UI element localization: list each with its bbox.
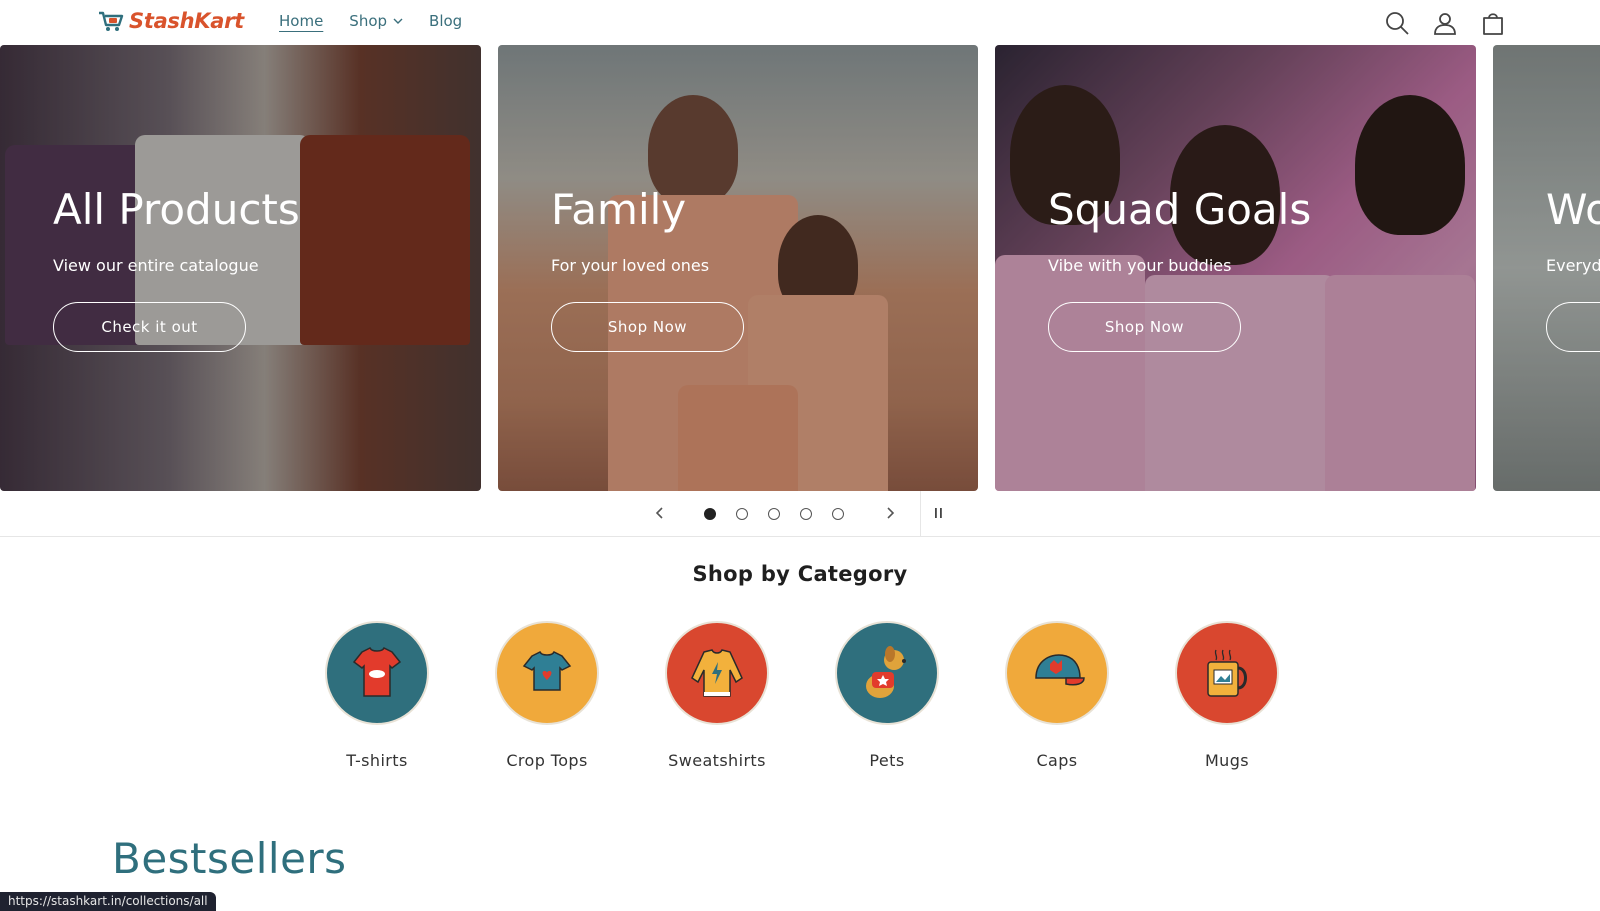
- slider-dot[interactable]: [800, 508, 812, 520]
- slider-dot[interactable]: [704, 508, 716, 520]
- nav-shop[interactable]: Shop: [349, 12, 403, 30]
- slide-title: All Products: [53, 185, 300, 234]
- divider: [920, 491, 921, 537]
- logo-text: StashKart: [129, 9, 244, 33]
- slide-subtitle: For your loved ones: [551, 256, 710, 275]
- category-label: Mugs: [1204, 751, 1250, 770]
- category-circle: [1005, 621, 1109, 725]
- category-label: Pets: [869, 751, 905, 770]
- category-circle: [495, 621, 599, 725]
- slide-title: Wo: [1546, 185, 1600, 234]
- slide-title: Squad Goals: [1048, 185, 1312, 234]
- category-list: T-shirts Crop Tops Sweatshirts Pets Caps…: [325, 621, 1279, 770]
- cart-logo-icon: [99, 11, 124, 31]
- hero-slider: All Products View our entire catalogue C…: [0, 45, 1600, 491]
- category-label: Sweatshirts: [668, 751, 766, 770]
- crop-top-icon: [522, 650, 572, 691]
- shop-now-button[interactable]: Shop Now: [1048, 302, 1241, 352]
- cap-icon: [1035, 654, 1085, 686]
- category-circle: [1175, 621, 1279, 725]
- account-icon[interactable]: [1432, 10, 1458, 36]
- slide-family[interactable]: Family For your loved ones Shop Now: [498, 45, 978, 491]
- category-crop-tops[interactable]: Crop Tops: [495, 621, 599, 770]
- slide-subtitle: View our entire catalogue: [53, 256, 259, 275]
- status-bar-url: https://stashkart.in/collections/all: [0, 892, 216, 911]
- slide-partial[interactable]: Wo Everyd: [1493, 45, 1600, 491]
- nav-home[interactable]: Home: [279, 12, 323, 30]
- check-it-out-button[interactable]: Check it out: [53, 302, 246, 352]
- category-label: T-shirts: [346, 751, 408, 770]
- nav-shop-label: Shop: [349, 12, 388, 30]
- pause-icon[interactable]: [930, 503, 948, 523]
- slide-subtitle: Everyd: [1546, 256, 1600, 275]
- mug-icon: [1207, 649, 1247, 697]
- dog-icon: [866, 646, 906, 698]
- category-mugs[interactable]: Mugs: [1175, 621, 1279, 770]
- chevron-right-icon[interactable]: [880, 503, 900, 523]
- bestsellers-heading: Bestsellers: [112, 834, 347, 883]
- search-icon[interactable]: [1384, 10, 1410, 36]
- slider-dot[interactable]: [736, 508, 748, 520]
- slide-squad-goals[interactable]: Squad Goals Vibe with your buddies Shop …: [995, 45, 1476, 491]
- slide-cta-button[interactable]: [1546, 302, 1600, 352]
- sweatshirt-icon: [691, 649, 743, 697]
- category-label: Crop Tops: [506, 751, 588, 770]
- slider-dot[interactable]: [768, 508, 780, 520]
- slide-title: Family: [551, 185, 687, 234]
- slider-dot[interactable]: [832, 508, 844, 520]
- logo[interactable]: StashKart: [97, 9, 244, 33]
- header-actions: [1384, 10, 1506, 36]
- shop-now-button[interactable]: Shop Now: [551, 302, 744, 352]
- category-tshirts[interactable]: T-shirts: [325, 621, 429, 770]
- cart-icon[interactable]: [1480, 10, 1506, 36]
- slider-controls: [0, 491, 1600, 537]
- category-pets[interactable]: Pets: [835, 621, 939, 770]
- site-header: StashKart Home Shop Blog: [0, 0, 1600, 45]
- category-sweatshirts[interactable]: Sweatshirts: [665, 621, 769, 770]
- category-label: Caps: [1036, 751, 1078, 770]
- slider-dots: [704, 508, 844, 520]
- category-circle: [665, 621, 769, 725]
- category-circle: [835, 621, 939, 725]
- slide-subtitle: Vibe with your buddies: [1048, 256, 1232, 275]
- chevron-left-icon[interactable]: [650, 503, 670, 523]
- tshirt-icon: [352, 646, 402, 697]
- section-title: Shop by Category: [692, 562, 908, 586]
- nav-blog[interactable]: Blog: [429, 12, 462, 30]
- chevron-down-icon: [393, 18, 403, 24]
- slide-all-products[interactable]: All Products View our entire catalogue C…: [0, 45, 481, 491]
- category-caps[interactable]: Caps: [1005, 621, 1109, 770]
- main-nav: Home Shop Blog: [279, 12, 462, 30]
- category-circle: [325, 621, 429, 725]
